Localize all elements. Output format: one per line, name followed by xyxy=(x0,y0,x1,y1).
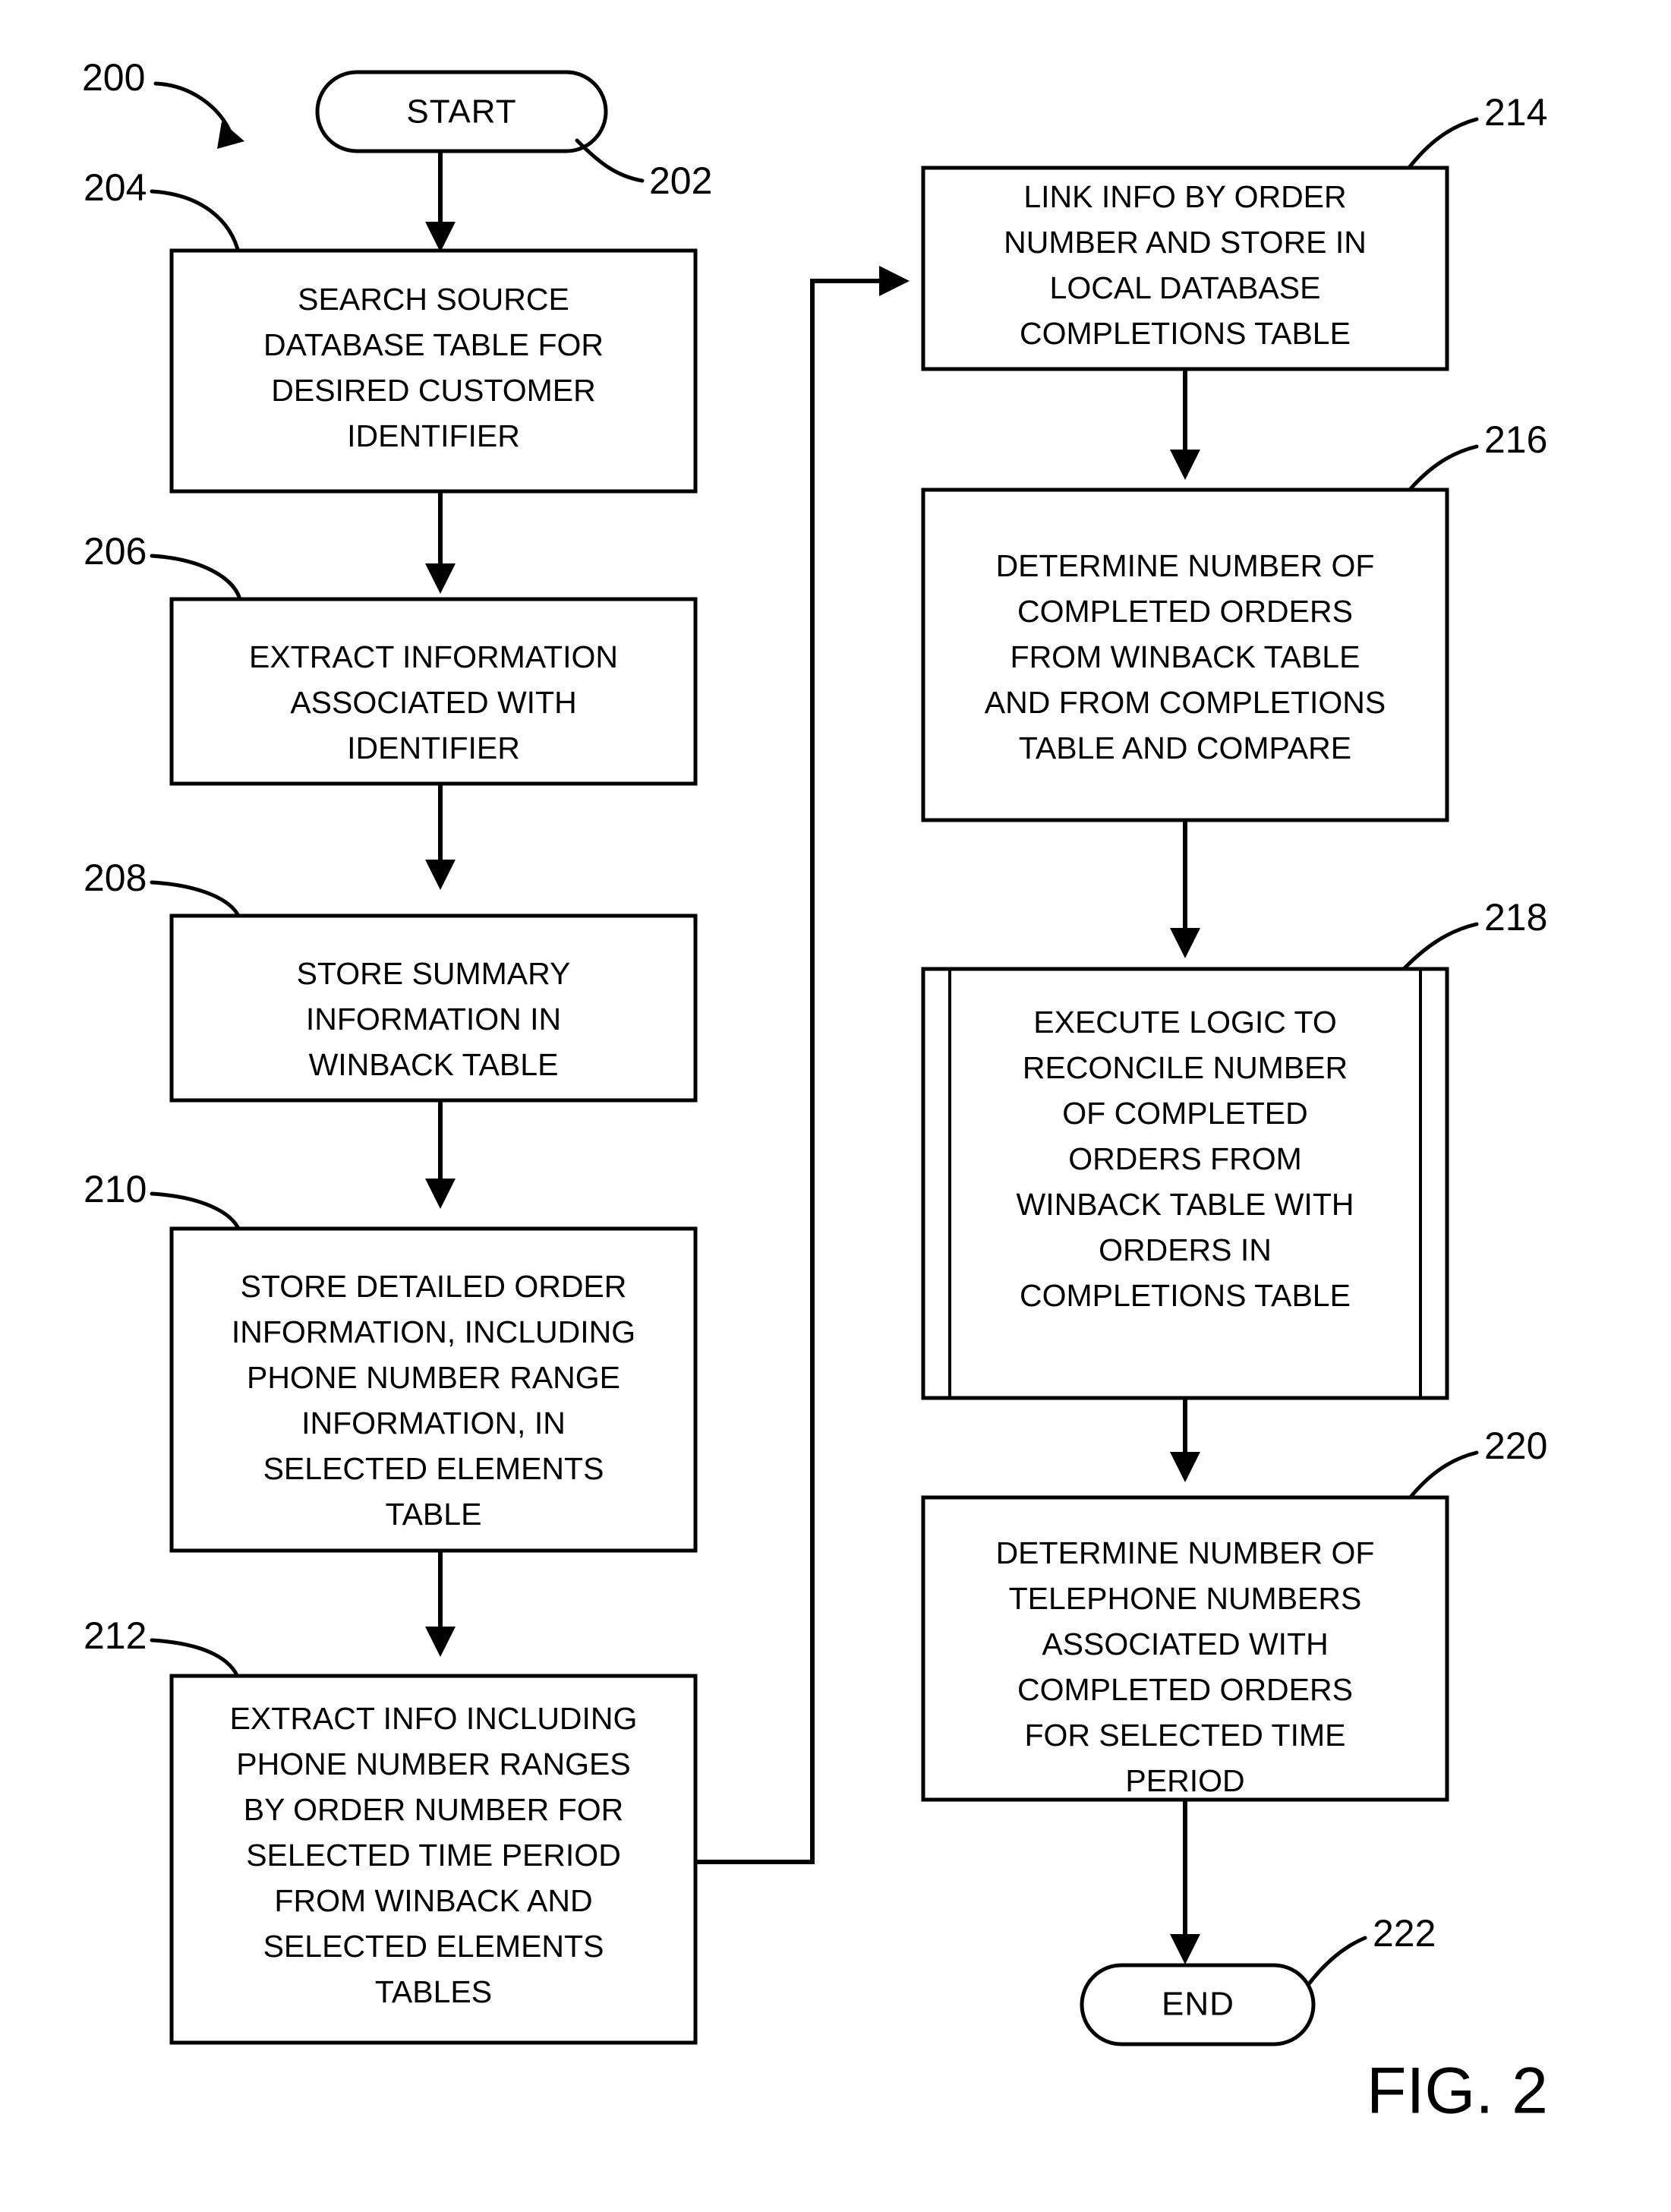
process-box-206-line-1: EXTRACT INFORMATION xyxy=(249,639,618,674)
process-box-216-line-5: TABLE AND COMPARE xyxy=(1019,730,1351,765)
process-box-206-line-2: ASSOCIATED WITH xyxy=(290,685,576,720)
process-box-216-line-3: FROM WINBACK TABLE xyxy=(1010,639,1360,674)
arrowhead-start-to-204 xyxy=(425,222,456,252)
process-box-204-line-1: SEARCH SOURCE xyxy=(298,282,569,317)
process-box-204-line-2: DATABASE TABLE FOR xyxy=(263,327,604,362)
process-box-214-line-1: LINK INFO BY ORDER xyxy=(1023,179,1346,214)
process-box-208-line-2: INFORMATION IN xyxy=(306,1002,561,1037)
process-box-216-line-2: COMPLETED ORDERS xyxy=(1017,594,1353,629)
process-box-214-line-2: NUMBER AND STORE IN xyxy=(1004,225,1367,260)
process-box-212-line-6: SELECTED ELEMENTS xyxy=(263,1929,604,1964)
ref-number-202: 202 xyxy=(649,159,712,202)
patent-figure-2: 200 START 202 204 SEARCH SOURCE DATABASE… xyxy=(0,0,1671,2212)
process-box-214-line-3: LOCAL DATABASE xyxy=(1050,270,1321,305)
ref-number-220: 220 xyxy=(1484,1425,1547,1467)
predefined-process-box-218-line-6: ORDERS IN xyxy=(1099,1232,1272,1267)
process-box-210-line-5: SELECTED ELEMENTS xyxy=(263,1451,604,1486)
arrowhead-212-to-214 xyxy=(879,266,910,296)
process-box-210-line-1: STORE DETAILED ORDER xyxy=(241,1269,627,1304)
ref-number-206: 206 xyxy=(84,530,147,573)
predefined-process-box-218-line-5: WINBACK TABLE WITH xyxy=(1017,1187,1354,1222)
ref-number-222: 222 xyxy=(1373,1912,1436,1955)
ref-number-208: 208 xyxy=(84,857,147,899)
leader-line-206 xyxy=(150,554,241,599)
process-box-212-line-4: SELECTED TIME PERIOD xyxy=(246,1838,621,1873)
predefined-process-box-218-line-4: ORDERS FROM xyxy=(1068,1141,1302,1176)
predefined-process-box-218-line-2: RECONCILE NUMBER xyxy=(1023,1050,1348,1085)
arrowhead-206-to-208 xyxy=(425,860,456,890)
start-label: START xyxy=(406,93,516,131)
predefined-process-box-218-line-3: OF COMPLETED xyxy=(1062,1096,1307,1131)
leader-line-204 xyxy=(150,189,241,257)
leader-line-208 xyxy=(150,880,241,920)
process-box-206-line-3: IDENTIFIER xyxy=(347,730,520,765)
arrowhead-210-to-212 xyxy=(425,1627,456,1657)
end-label: END xyxy=(1162,1986,1234,2023)
ref-number-210: 210 xyxy=(84,1168,147,1210)
leader-line-216 xyxy=(1406,444,1479,494)
process-box-212-line-7: TABLES xyxy=(375,1974,492,2009)
process-box-210-line-6: TABLE xyxy=(386,1497,482,1532)
process-box-204-line-3: DESIRED CUSTOMER xyxy=(271,373,596,408)
predefined-process-box-218-line-1: EXECUTE LOGIC TO xyxy=(1033,1005,1336,1040)
leader-arrowhead-200 xyxy=(217,121,244,149)
process-box-208-line-1: STORE SUMMARY xyxy=(297,956,571,991)
process-box-220-line-3: ASSOCIATED WITH xyxy=(1042,1627,1328,1661)
process-box-220-line-2: TELEPHONE NUMBERS xyxy=(1009,1581,1362,1616)
leader-line-218 xyxy=(1400,922,1479,973)
process-box-220-line-1: DETERMINE NUMBER OF xyxy=(996,1535,1375,1570)
leader-line-220 xyxy=(1406,1450,1479,1502)
leader-line-200 xyxy=(153,81,234,137)
ref-number-204: 204 xyxy=(84,166,147,209)
leader-line-214 xyxy=(1406,117,1479,171)
ref-number-216: 216 xyxy=(1484,418,1547,461)
arrowhead-218-to-220 xyxy=(1170,1452,1200,1482)
process-box-216-line-1: DETERMINE NUMBER OF xyxy=(996,548,1375,583)
ref-number-214: 214 xyxy=(1484,91,1547,134)
process-box-212-line-1: EXTRACT INFO INCLUDING xyxy=(230,1701,638,1736)
process-box-220-line-5: FOR SELECTED TIME xyxy=(1025,1718,1346,1753)
ref-number-212: 212 xyxy=(84,1614,147,1657)
process-box-210-line-2: INFORMATION, INCLUDING xyxy=(232,1314,635,1349)
arrowhead-214-to-216 xyxy=(1170,450,1200,480)
process-box-212-line-5: FROM WINBACK AND xyxy=(274,1883,592,1918)
process-box-204-line-4: IDENTIFIER xyxy=(347,418,520,453)
process-box-216-line-4: AND FROM COMPLETIONS xyxy=(985,685,1386,720)
predefined-process-box-218-line-7: COMPLETIONS TABLE xyxy=(1020,1278,1351,1313)
flowchart-canvas: 200 START 202 204 SEARCH SOURCE DATABASE… xyxy=(82,56,1548,2128)
process-box-210-line-3: PHONE NUMBER RANGE xyxy=(247,1360,620,1395)
process-box-208-line-3: WINBACK TABLE xyxy=(309,1047,559,1082)
process-box-212-line-2: PHONE NUMBER RANGES xyxy=(236,1747,630,1781)
leader-line-210 xyxy=(150,1191,241,1232)
process-box-212-line-3: BY ORDER NUMBER FOR xyxy=(244,1792,623,1827)
figure-caption: FIG. 2 xyxy=(1367,2055,1548,2128)
arrowhead-216-to-218 xyxy=(1170,928,1200,958)
ref-number-218: 218 xyxy=(1484,896,1547,939)
arrowhead-220-to-end xyxy=(1170,1934,1200,1964)
leader-line-212 xyxy=(150,1638,239,1677)
arrowhead-208-to-210 xyxy=(425,1179,456,1209)
process-box-220-line-4: COMPLETED ORDERS xyxy=(1017,1672,1353,1707)
process-box-210-line-4: INFORMATION, IN xyxy=(301,1406,566,1440)
connector-212-to-214 xyxy=(695,279,884,1864)
arrowhead-204-to-206 xyxy=(425,563,456,594)
process-box-214-line-4: COMPLETIONS TABLE xyxy=(1020,316,1351,351)
ref-number-200: 200 xyxy=(82,56,145,99)
process-box-220-line-6: PERIOD xyxy=(1125,1763,1244,1798)
